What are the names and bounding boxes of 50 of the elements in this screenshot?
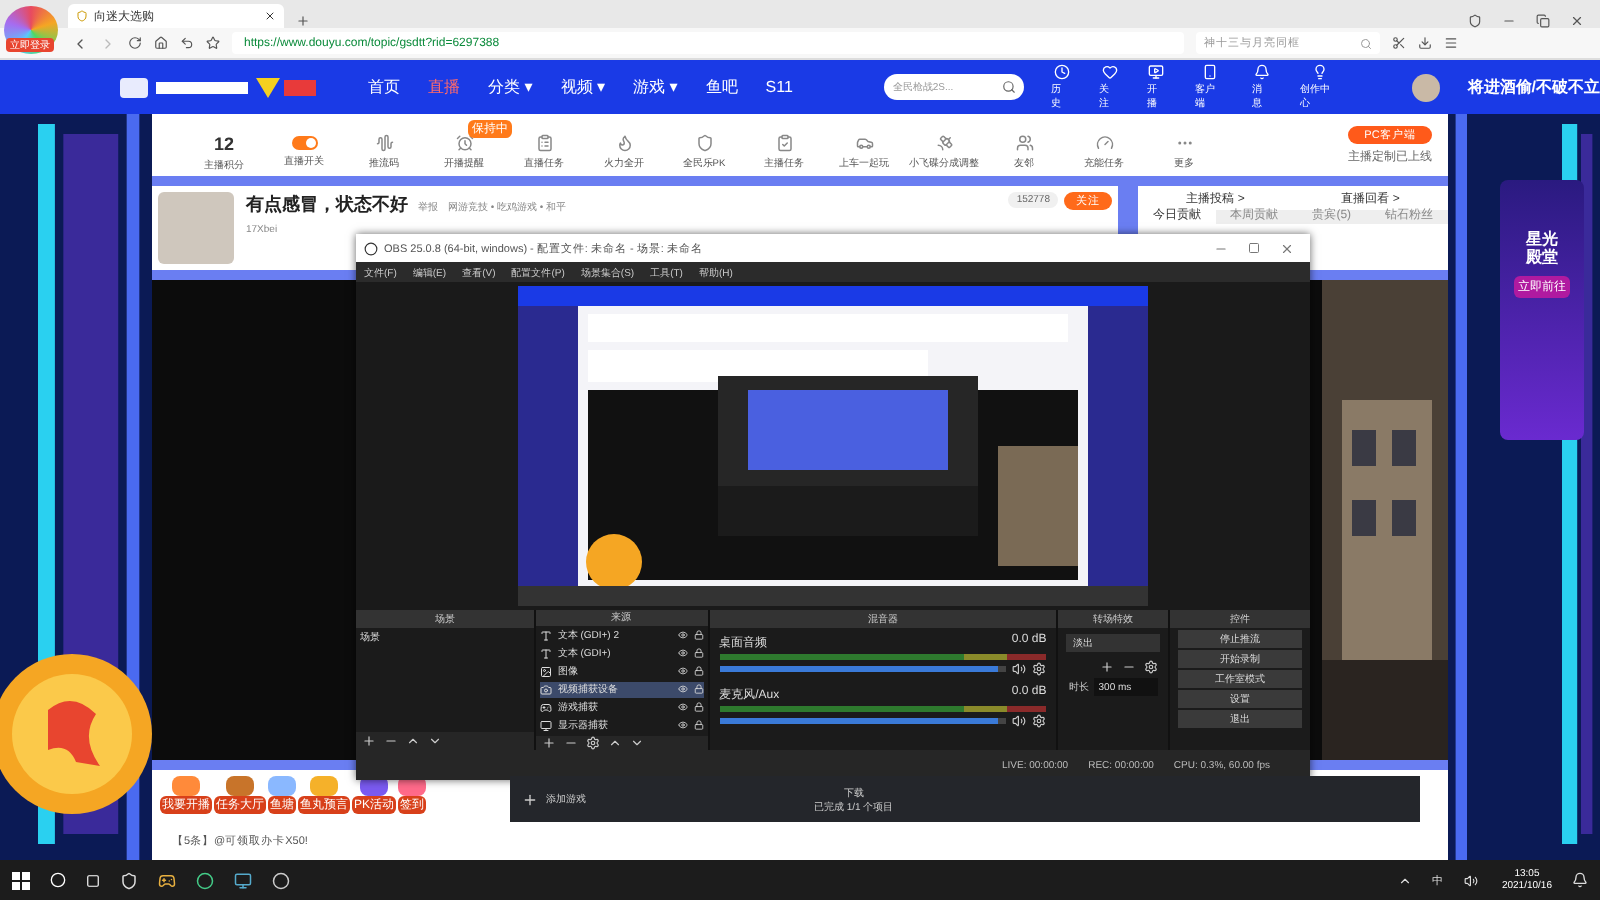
shield-icon [695, 134, 713, 152]
monitor-icon[interactable] [234, 871, 252, 889]
new-tab-icon[interactable] [296, 14, 310, 28]
shield-icon[interactable] [120, 871, 138, 889]
reload-icon[interactable] [128, 36, 142, 50]
windows-logo-icon[interactable] [12, 871, 30, 889]
undo-icon[interactable] [180, 36, 194, 50]
notification-icon[interactable] [1572, 872, 1588, 888]
restore-icon[interactable] [1536, 14, 1550, 28]
nav-link[interactable]: 分类 ▾ [488, 76, 533, 98]
maximize-icon[interactable] [1248, 241, 1260, 253]
task-view-icon[interactable] [86, 873, 100, 887]
clipboard-icon [535, 134, 553, 152]
gamepad-icon[interactable] [158, 871, 176, 889]
room-title: 有点感冒，状态不好 [246, 192, 408, 218]
nav-link[interactable]: 首页 [368, 76, 400, 98]
logo-icon[interactable] [120, 73, 320, 101]
monitor-play-icon [1148, 64, 1165, 80]
star-icon[interactable] [206, 36, 220, 50]
toggle-switch[interactable] [291, 136, 317, 150]
user-name[interactable]: 将进酒偷/不破不立 [1467, 76, 1600, 98]
download-icon[interactable] [1418, 36, 1432, 50]
clipboard-check-icon [775, 134, 793, 152]
clock-icon [1053, 64, 1070, 80]
menu-icon[interactable] [1444, 36, 1458, 50]
speaker-icon[interactable] [1463, 873, 1478, 887]
nav-link[interactable]: S11 [765, 78, 793, 96]
home-icon[interactable] [154, 36, 168, 50]
close-icon[interactable] [1570, 14, 1584, 28]
avatar-icon [158, 192, 234, 264]
bell-icon [1254, 64, 1271, 80]
close-icon[interactable] [264, 10, 276, 22]
satellite-icon [935, 134, 953, 152]
nav-link[interactable]: 鱼吧 [705, 76, 738, 98]
nav-link[interactable]: 视频 ▾ [560, 76, 605, 98]
lightbulb-icon [1312, 64, 1329, 80]
alarm-clock-icon [455, 134, 473, 152]
users-icon [1015, 134, 1033, 152]
user-avatar[interactable] [1411, 73, 1440, 101]
car-icon [855, 134, 873, 152]
heart-icon [1101, 64, 1118, 80]
scissors-icon[interactable] [1392, 36, 1406, 50]
nav-link[interactable]: 游戏 ▾ [633, 76, 678, 98]
add-icon[interactable] [522, 791, 538, 807]
back-icon[interactable] [72, 35, 88, 51]
waveform-icon [375, 134, 393, 152]
gauge-icon [1095, 134, 1113, 152]
phone-icon [1201, 64, 1218, 80]
coin-icon [0, 650, 156, 818]
flame-icon [615, 134, 633, 152]
